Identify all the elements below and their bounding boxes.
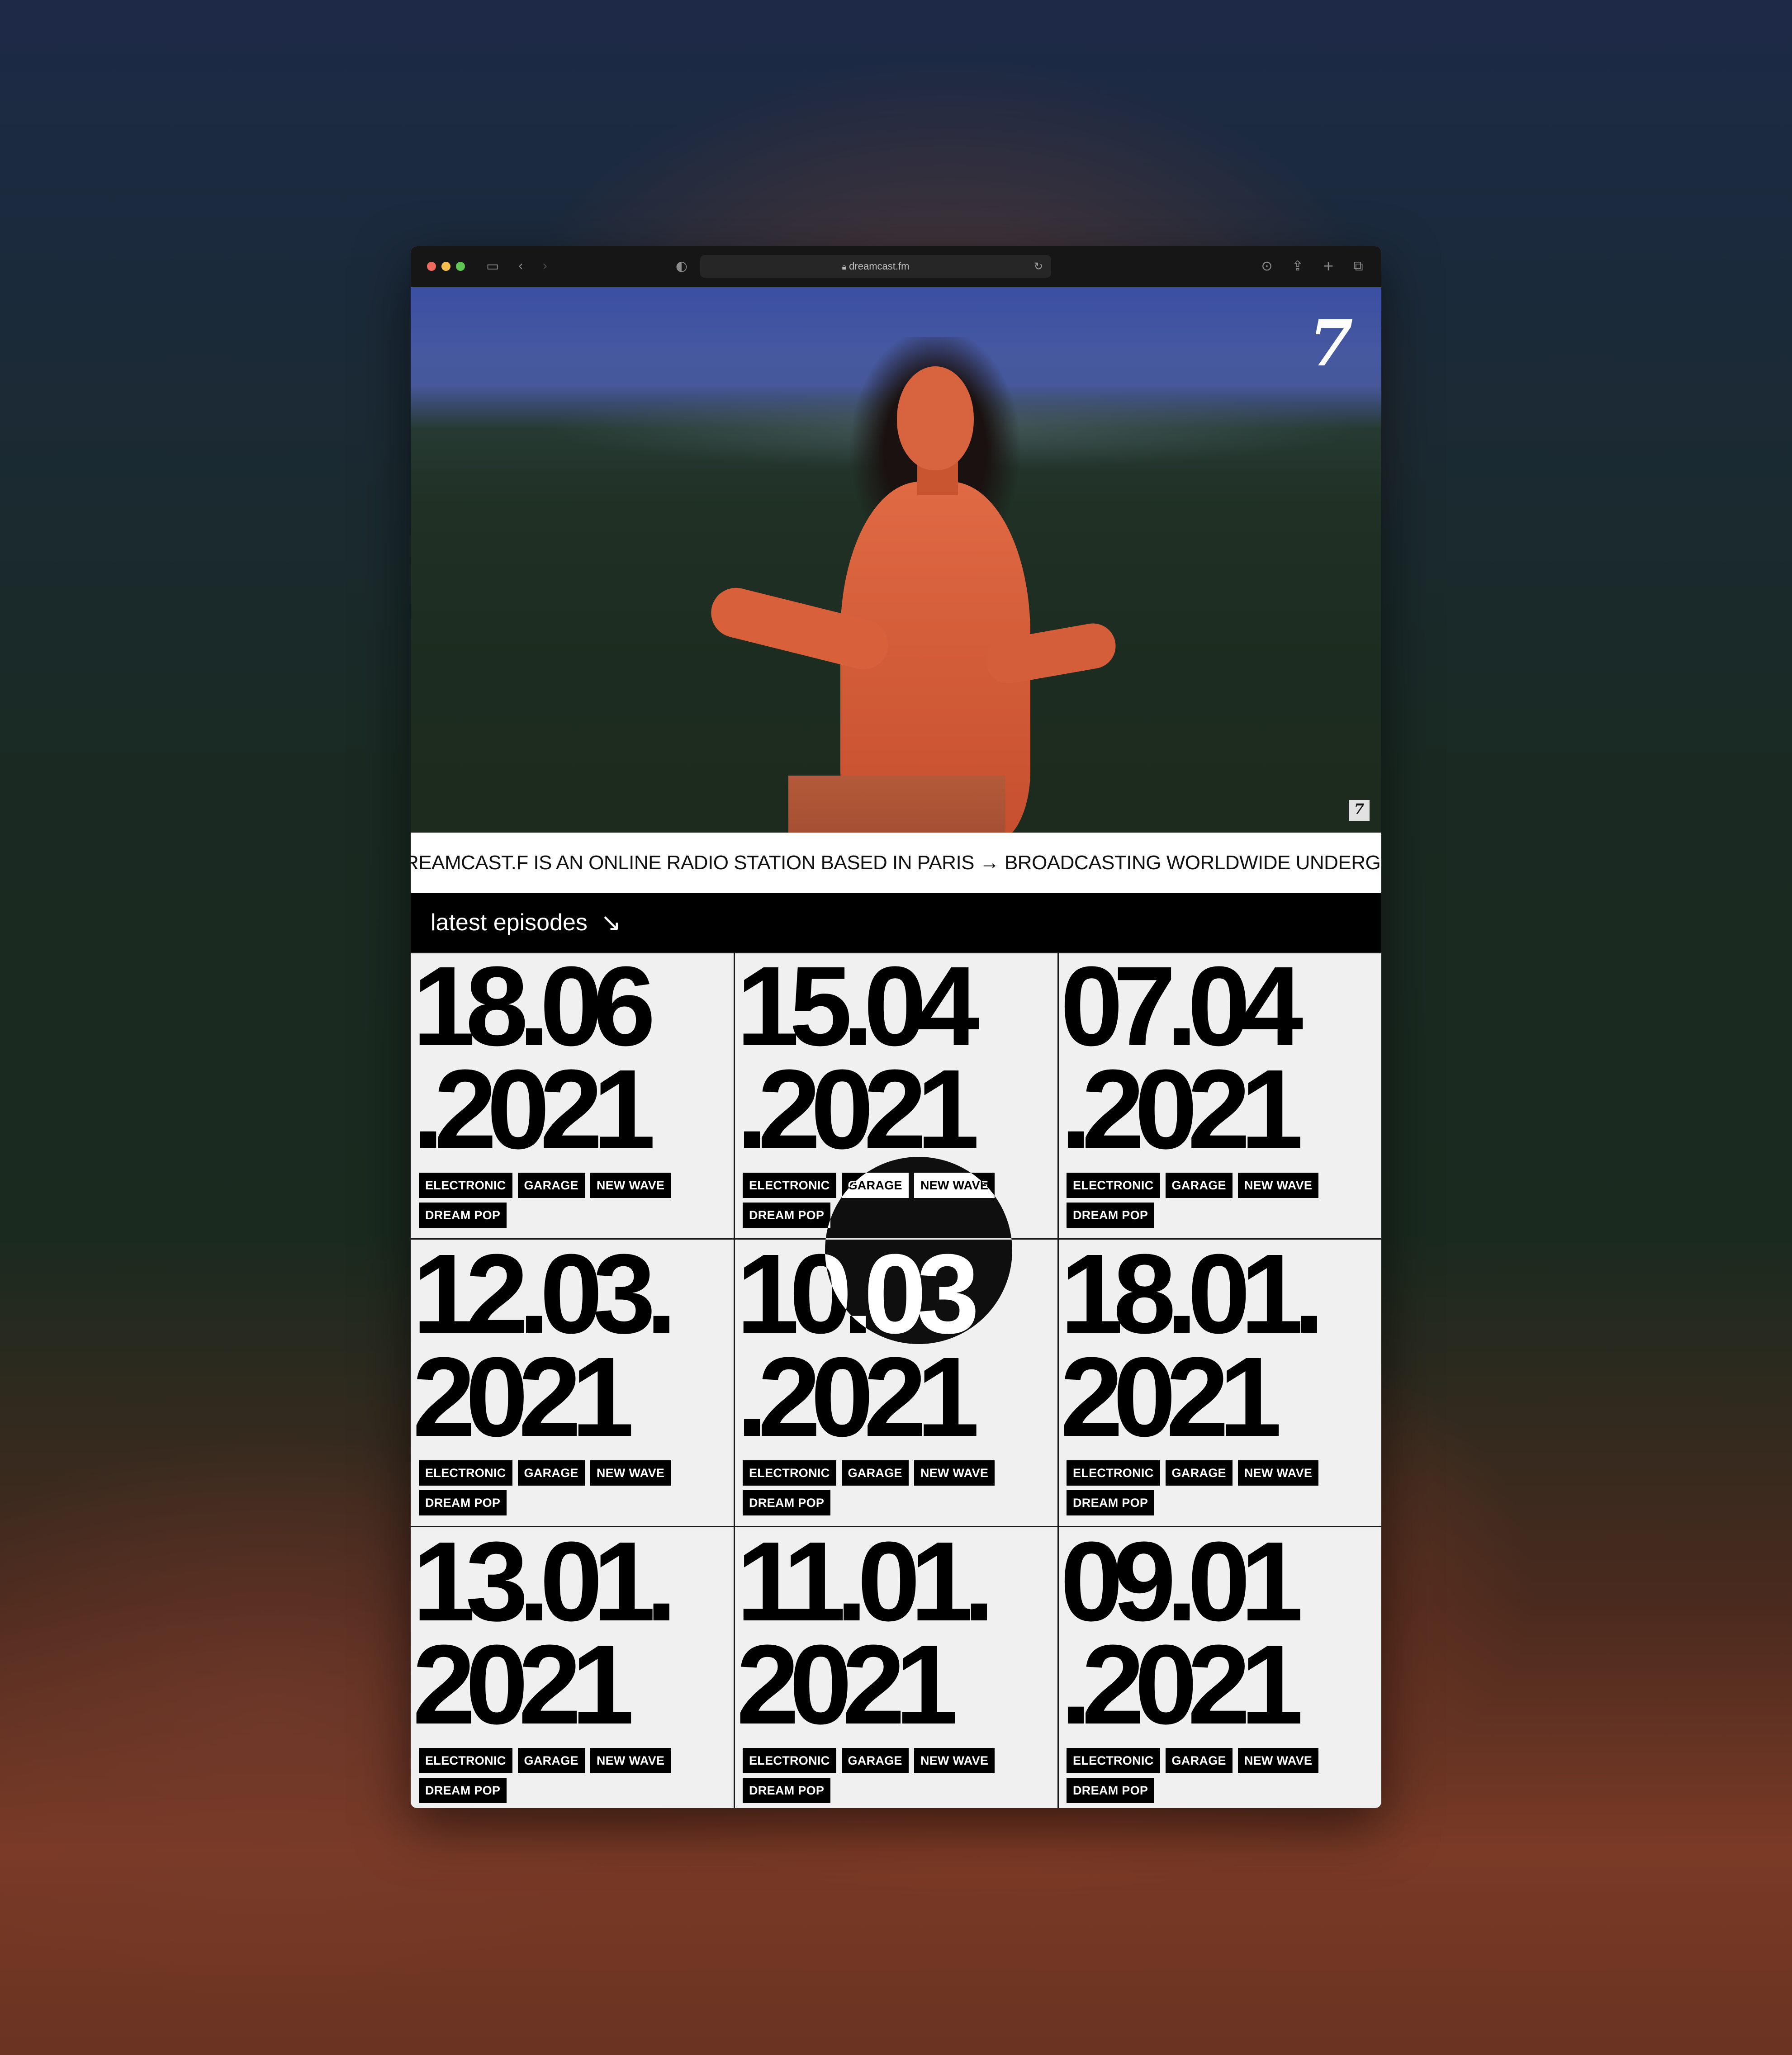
genre-tag[interactable]: ELECTRONIC [743, 1173, 836, 1198]
episode-date: 18.01. 2021 [1060, 1240, 1325, 1460]
genre-tag[interactable]: NEW WAVE [1237, 1460, 1319, 1486]
site-logo[interactable]: 7 [1306, 312, 1356, 375]
episode-card[interactable]: 11.01. 2021 ELECTRONIC GARAGE NEW WAVE DREAM… [735, 1527, 1057, 1808]
close-window-button[interactable] [427, 262, 436, 271]
episode-date: 15.04 .2021 [736, 952, 980, 1172]
marquee-text: REAMCAST.F IS AN ONLINE RADIO STATION BA… [411, 852, 1381, 874]
episode-card[interactable]: 07.04 .2021 ELECTRONIC GARAGE NEW WAVE DREAM… [1058, 952, 1381, 1238]
genre-tag[interactable]: GARAGE [517, 1173, 585, 1198]
genre-tag[interactable]: DREAM POP [419, 1778, 507, 1803]
grid-divider [411, 952, 1381, 953]
genre-tag[interactable]: NEW WAVE [590, 1173, 671, 1198]
episode-tags: ELECTRONICGARAGENEW WAVE DREAM POP [743, 1748, 1050, 1808]
genre-tag[interactable]: GARAGE [517, 1748, 585, 1773]
lock-icon: 🔒︎ [842, 262, 847, 271]
genre-tag[interactable]: DREAM POP [1067, 1490, 1155, 1515]
genre-tag[interactable]: GARAGE [1165, 1173, 1233, 1198]
genre-tag[interactable]: NEW WAVE [1237, 1748, 1319, 1773]
episode-tags: ELECTRONICGARAGENEW WAVE DREAM POP [419, 1173, 726, 1232]
episodes-grid: 18.06 .2021 ELECTRONIC GARAGE NEW WAVEDREAM… [411, 952, 1381, 1808]
episode-tags: ELECTRONICGARAGENEW WAVE DREAM POP [419, 1748, 726, 1808]
url-label: dreamcast.fm [849, 260, 910, 272]
genre-tag[interactable]: ELECTRONIC [419, 1460, 512, 1486]
genre-tag[interactable]: DREAM POP [419, 1490, 507, 1515]
browser-toolbar: ▭ ‹ › ◐ 🔒︎ dreamcast.fm ↻ ⊙ ⇪ + ⧉ [411, 246, 1381, 287]
genre-tag[interactable]: GARAGE [517, 1460, 585, 1486]
privacy-shield-icon[interactable]: ◐ [672, 257, 691, 276]
genre-tag[interactable]: GARAGE [1165, 1460, 1233, 1486]
genre-tag[interactable]: DREAM POP [743, 1203, 831, 1228]
episode-tags: ELECTRONICGARAGENEW WAVE DREAM POP [1067, 1748, 1374, 1808]
episode-card[interactable]: 18.01. 2021 ELECTRONIC GARAGE NEW WAVE DREAM… [1058, 1240, 1381, 1525]
address-text[interactable]: 🔒︎ dreamcast.fm [700, 255, 1051, 278]
genre-tag[interactable]: DREAM POP [743, 1778, 831, 1803]
minimize-window-button[interactable] [441, 262, 450, 271]
new-tab-icon[interactable]: + [1319, 257, 1338, 276]
genre-tag[interactable]: NEW WAVE [590, 1748, 671, 1773]
latest-episodes-header[interactable]: latest episodes ↘ [411, 893, 1381, 952]
genre-tag[interactable]: GARAGE [841, 1460, 909, 1486]
episode-tags: ELECTRONICGARAGENEW WAVE DREAM POP [1067, 1460, 1374, 1520]
episode-card[interactable]: 09.01 .2021 ELECTRONIC GARAGE NEW WAVE DREAM… [1058, 1527, 1381, 1808]
episode-date: 09.01 .2021 [1060, 1527, 1304, 1747]
genre-tag[interactable]: ELECTRONIC [743, 1748, 836, 1773]
genre-tag[interactable]: NEW WAVE [914, 1460, 995, 1486]
genre-tag[interactable]: DREAM POP [1067, 1778, 1155, 1803]
reload-icon[interactable]: ↻ [1034, 255, 1043, 278]
episode-date: 18.06 .2021 [412, 952, 656, 1172]
address-bar[interactable]: 🔒︎ dreamcast.fm ↻ [700, 255, 1051, 278]
back-icon[interactable]: ‹ [511, 257, 530, 276]
genre-tag[interactable]: GARAGE [1165, 1748, 1233, 1773]
zoom-window-button[interactable] [456, 262, 465, 271]
episode-date: 07.04 .2021 [1060, 952, 1304, 1172]
hero-figure-face [897, 366, 974, 470]
grid-divider [1057, 952, 1059, 1808]
genre-tag[interactable]: ELECTRONIC [1067, 1748, 1160, 1773]
browser-window: ▭ ‹ › ◐ 🔒︎ dreamcast.fm ↻ ⊙ ⇪ + ⧉ 7 7 REA… [411, 246, 1381, 1808]
episode-card[interactable]: 12.03. 2021 ELECTRONIC GARAGE NEW WAVE DREAM… [411, 1240, 734, 1525]
genre-tag[interactable]: DREAM POP [743, 1490, 831, 1515]
episode-card[interactable]: 18.06 .2021 ELECTRONIC GARAGE NEW WAVE DREAM… [411, 952, 734, 1238]
genre-tag[interactable]: DREAM POP [419, 1203, 507, 1228]
marquee-banner: REAMCAST.F IS AN ONLINE RADIO STATION BA… [411, 833, 1381, 893]
genre-tag[interactable]: NEW WAVE [1237, 1173, 1319, 1198]
section-title: latest episodes [431, 909, 588, 936]
genre-tag[interactable]: NEW WAVE [914, 1748, 995, 1773]
hero-image: 7 7 [411, 287, 1381, 833]
episode-date: 13.01. 2021 [412, 1527, 677, 1747]
arrow-down-right-icon: ↘ [601, 908, 621, 937]
share-icon[interactable]: ⇪ [1288, 257, 1307, 276]
episode-date: 11.01. 2021 [736, 1527, 995, 1747]
sidebar-toggle-icon[interactable]: ▭ [483, 257, 502, 276]
hero-figure-jeans [788, 776, 1005, 833]
genre-tag[interactable]: ELECTRONIC [1067, 1460, 1160, 1486]
genre-tag[interactable]: NEW WAVE [590, 1460, 671, 1486]
grid-divider [734, 952, 735, 1808]
forward-icon[interactable]: › [536, 257, 555, 276]
downloads-icon[interactable]: ⊙ [1257, 257, 1276, 276]
episode-tags: ELECTRONICGARAGENEW WAVE DREAM POP [419, 1460, 726, 1520]
episode-card[interactable]: 13.01. 2021 ELECTRONIC GARAGE NEW WAVE DREAM… [411, 1527, 734, 1808]
genre-tag[interactable]: ELECTRONIC [419, 1748, 512, 1773]
genre-tag[interactable]: GARAGE [841, 1748, 909, 1773]
genre-tag[interactable]: DREAM POP [1067, 1203, 1155, 1228]
tab-overview-icon[interactable]: ⧉ [1349, 257, 1368, 276]
genre-tag[interactable]: ELECTRONIC [419, 1173, 512, 1198]
episode-tags: ELECTRONICGARAGENEW WAVE DREAM POP [1067, 1173, 1374, 1232]
episode-date: 12.03. 2021 [412, 1240, 677, 1460]
hero-badge: 7 [1349, 800, 1370, 821]
cursor-circle [825, 1157, 1012, 1344]
genre-tag[interactable]: ELECTRONIC [1067, 1173, 1160, 1198]
grid-divider [411, 1526, 1381, 1527]
episode-tags: ELECTRONICGARAGENEW WAVE DREAM POP [743, 1460, 1050, 1520]
genre-tag[interactable]: ELECTRONIC [743, 1460, 836, 1486]
